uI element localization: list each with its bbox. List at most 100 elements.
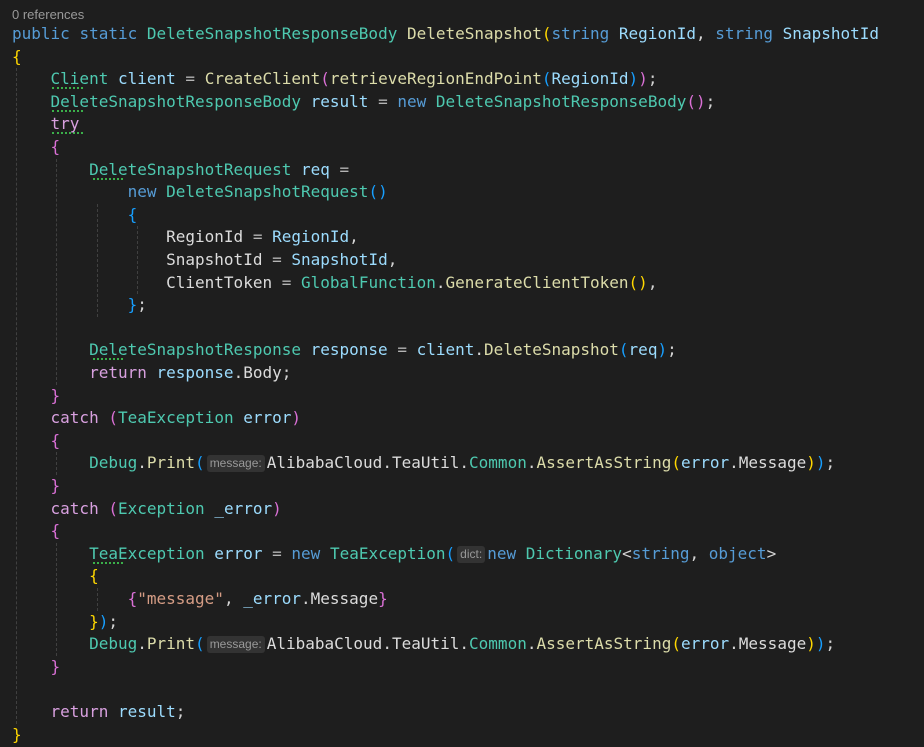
code-token: } — [127, 295, 138, 315]
code-token: } — [12, 724, 22, 744]
code-line: { — [12, 46, 22, 68]
code-token: TeaException — [329, 543, 446, 563]
code-line: catch (Exception _error) — [12, 498, 282, 520]
code-token: ClientToken — [166, 272, 273, 292]
code-token: } — [378, 589, 388, 608]
code-token: () — [368, 182, 388, 202]
code-token: { — [50, 137, 61, 156]
code-token: < — [622, 543, 632, 563]
code-token: RegionId — [618, 24, 696, 43]
code-token: ) — [815, 453, 826, 473]
code-token: ( — [671, 634, 681, 654]
code-token: ; — [137, 295, 147, 315]
code-line: return response.Body; — [12, 362, 291, 384]
code-token: ( — [618, 340, 629, 360]
code-token: ; — [647, 69, 658, 89]
code-token: error — [680, 634, 730, 654]
code-token: () — [628, 272, 648, 292]
code-token: ; — [281, 363, 292, 382]
code-token: , — [223, 589, 244, 608]
code-token: } — [50, 385, 61, 405]
code-line: Client client = CreateClient(retrieveReg… — [12, 68, 658, 90]
code-token: . — [729, 453, 739, 473]
code-token: ) — [98, 611, 109, 631]
code-token: { — [127, 589, 138, 608]
code-token: = — [185, 69, 196, 89]
code-token: error — [680, 453, 730, 473]
code-token: client — [416, 340, 475, 360]
code-token: "message" — [137, 589, 224, 608]
code-line: { — [12, 430, 61, 452]
code-token: Debug — [89, 634, 138, 654]
code-token: new — [487, 543, 517, 563]
code-line: } — [12, 656, 61, 678]
code-line: { — [12, 565, 99, 587]
code-line: { — [12, 520, 61, 542]
code-token: = — [378, 91, 388, 111]
inlay-hint: message: — [206, 455, 265, 473]
code-line: RegionId = RegionId, — [12, 226, 359, 248]
code-token: ; — [825, 634, 836, 654]
code-token: = — [281, 272, 292, 292]
code-token: ) — [657, 340, 668, 360]
code-editor[interactable]: 0 references public static DeleteSnapsho… — [0, 0, 924, 747]
code-token: ( — [195, 634, 205, 654]
code-token: RegionId — [551, 69, 629, 89]
code-token: string — [715, 24, 774, 43]
code-token: Client — [50, 69, 109, 89]
code-line: new DeleteSnapshotRequest() — [12, 181, 388, 203]
code-token: return — [50, 702, 109, 721]
code-token: DeleteSnapshotResponse — [89, 340, 301, 360]
code-token: ) — [272, 498, 282, 518]
code-token: new — [397, 91, 427, 111]
code-token: ( — [671, 453, 681, 473]
code-token: AssertAsString — [536, 634, 672, 654]
code-token: . — [382, 453, 392, 473]
code-token: DeleteSnapshotRequest — [166, 182, 369, 202]
code-line: } — [12, 385, 61, 407]
code-token: _error — [214, 498, 273, 518]
code-token: . — [233, 363, 244, 382]
code-token: { — [50, 430, 61, 450]
code-token: Body — [243, 363, 282, 382]
code-token: retrieveRegionEndPoint — [329, 69, 542, 89]
code-token: , — [349, 227, 359, 247]
code-token: () — [686, 91, 706, 111]
code-line: DeleteSnapshotResponse response = client… — [12, 339, 677, 361]
code-token: ; — [825, 453, 836, 473]
code-token: > — [766, 543, 777, 563]
code-token: RegionId — [166, 227, 244, 247]
code-token: = — [339, 159, 350, 179]
code-line: } — [12, 475, 61, 497]
inlay-hint: dict: — [457, 545, 486, 563]
code-token: , — [695, 24, 716, 43]
code-token: } — [89, 611, 99, 631]
code-token: TeaUtil — [391, 453, 460, 473]
code-lens-references[interactable]: 0 references — [12, 6, 84, 24]
